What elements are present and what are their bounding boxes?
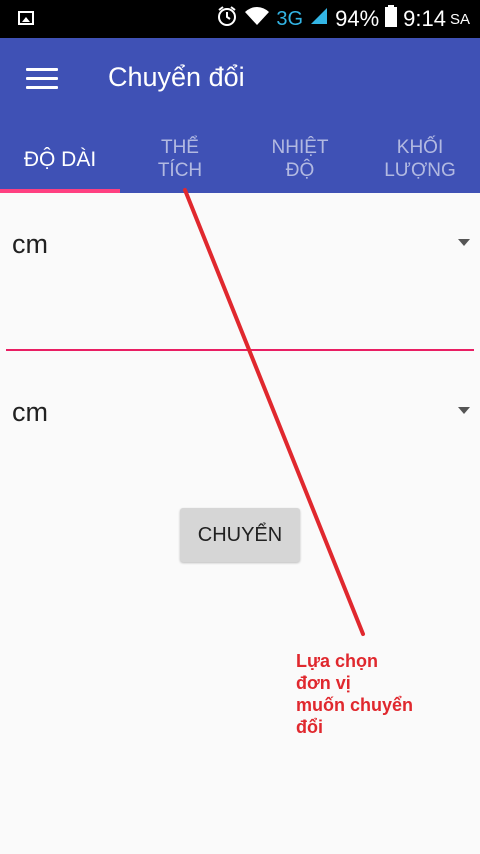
app-bar: Chuyển đổi ĐỘ DÀI THỂ TÍCH NHIỆT ĐỘ KHỐI… (0, 38, 480, 193)
battery-icon (385, 5, 398, 33)
tab-label: ĐỘ DÀI (23, 147, 97, 171)
annotation-text: Lựa chọn đơn vị muốn chuyển đổi (296, 651, 414, 737)
tab-length[interactable]: ĐỘ DÀI (0, 125, 120, 193)
value-input[interactable] (6, 300, 474, 350)
page-title: Chuyển đổi (108, 62, 245, 92)
dropdown-caret-icon (458, 239, 470, 246)
to-unit-spinner[interactable]: cm (0, 381, 480, 441)
network-type: 3G (276, 7, 304, 30)
tab-label: THỂ TÍCH (157, 137, 203, 181)
input-underline (6, 349, 474, 351)
tab-label: NHIỆT ĐỘ (271, 137, 329, 181)
status-bar: 3G 94% 9:14 SA (0, 0, 480, 38)
tab-label: KHỐI LƯỢNG (384, 137, 456, 181)
to-unit-value: cm (12, 397, 48, 427)
dropdown-caret-icon (458, 407, 470, 414)
tab-temperature[interactable]: NHIỆT ĐỘ (240, 125, 360, 193)
alarm-icon (216, 5, 238, 33)
tab-bar: ĐỘ DÀI THỂ TÍCH NHIỆT ĐỘ KHỐI LƯỢNG (0, 125, 480, 193)
menu-button[interactable] (26, 68, 58, 92)
from-unit-value: cm (12, 229, 48, 259)
tab-volume[interactable]: THỂ TÍCH (120, 125, 240, 193)
battery-percent: 94% (335, 6, 380, 31)
menu-icon (26, 68, 58, 71)
clock: 9:14 (403, 6, 446, 31)
wifi-icon (244, 6, 270, 32)
from-unit-spinner[interactable]: cm (0, 213, 480, 273)
gallery-notification-icon (18, 11, 34, 25)
tab-mass[interactable]: KHỐI LƯỢNG (360, 125, 480, 193)
signal-icon (309, 6, 329, 32)
convert-button[interactable]: CHUYỂN (180, 508, 300, 562)
clock-suffix: SA (449, 10, 470, 28)
